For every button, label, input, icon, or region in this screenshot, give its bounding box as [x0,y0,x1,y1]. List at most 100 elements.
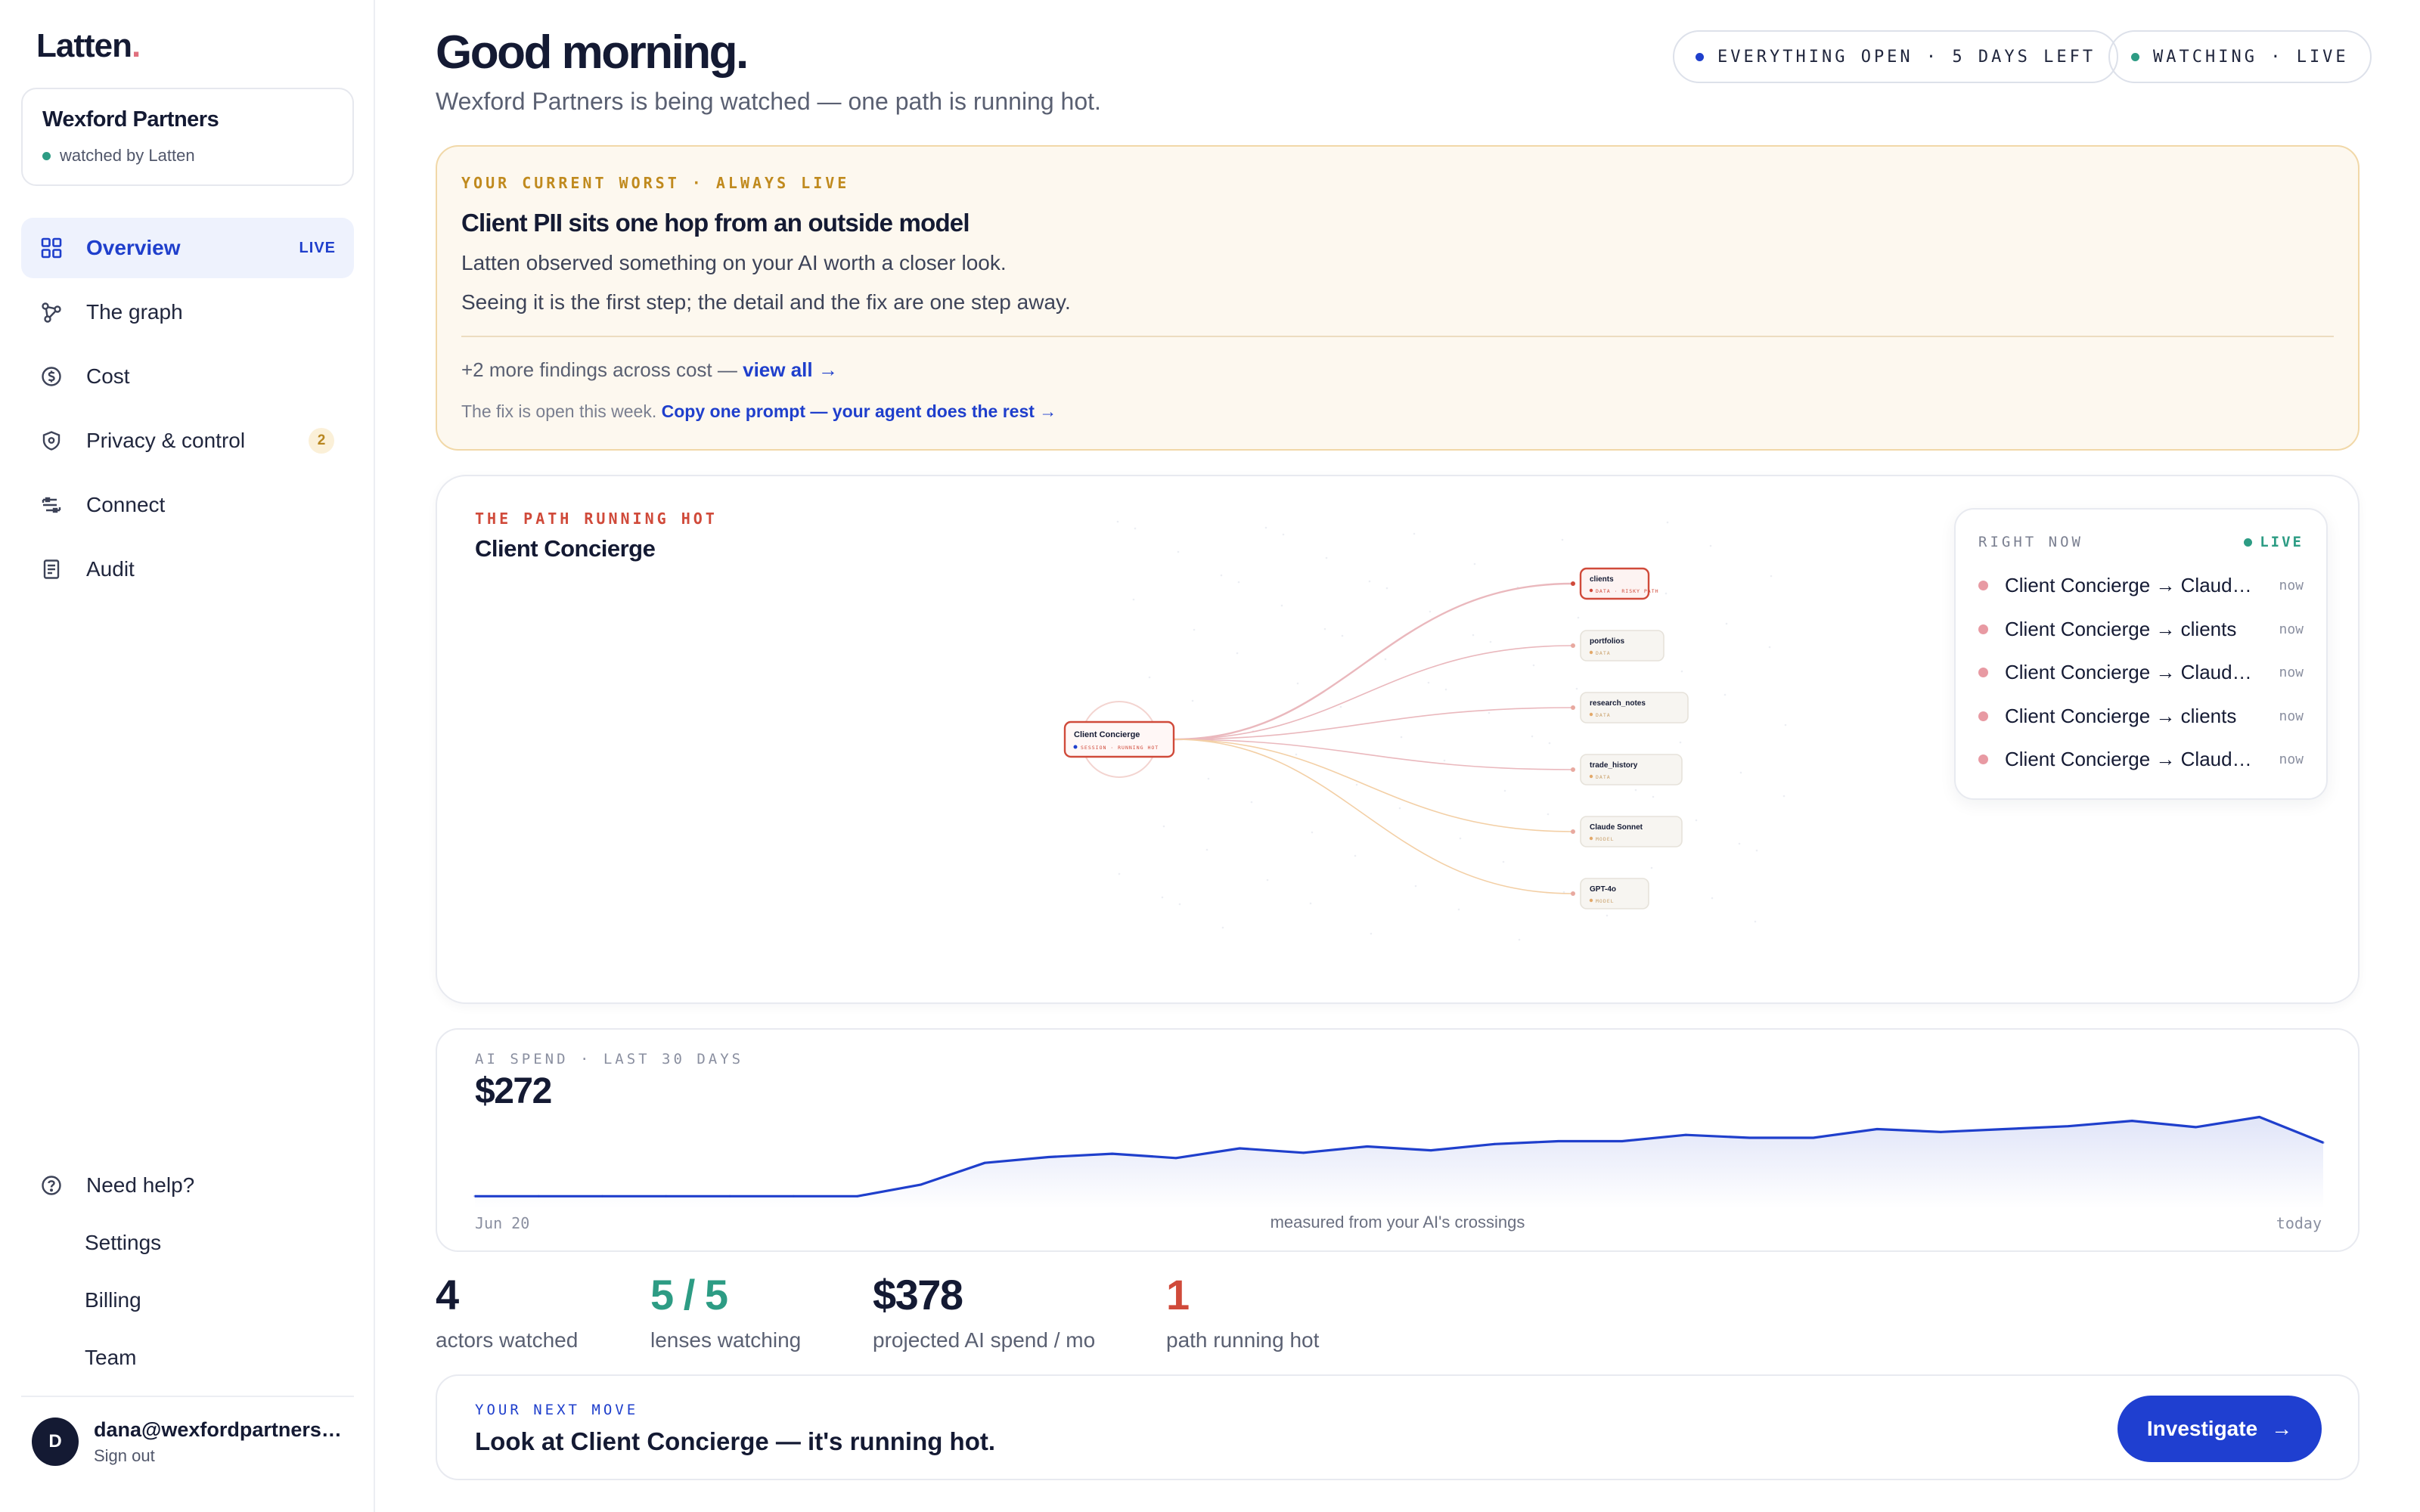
bg-dot [1177,550,1180,553]
bg-dot [1296,682,1299,685]
bg-dot [1339,705,1342,708]
bg-dot [1755,849,1758,852]
settings-link[interactable]: Settings [21,1214,354,1272]
app-logo[interactable]: Latten. [36,27,141,65]
spend-point [1429,1149,1432,1152]
bg-dot [1457,908,1460,911]
bg-dot [1770,575,1773,578]
stat-value: 4 [436,1271,459,1318]
bg-dot [1384,658,1387,661]
bg-dot [1548,742,1551,745]
nav-label: Privacy & control [86,429,246,452]
bg-dot [1723,693,1727,696]
edge-endpoint [1571,829,1575,834]
event-dot-icon [1978,754,1988,765]
team-link[interactable]: Team [21,1329,354,1387]
sidebar: Latten. Wexford Partners watched by Latt… [0,0,375,1512]
activity-list: Client Concierge → Claude Sonnetnow Clie… [1978,564,2304,782]
spend-point [1366,1145,1369,1148]
graph-node [1580,816,1683,847]
spend-point [473,1194,476,1198]
status-dot-icon [2131,52,2139,61]
spend-point [1812,1136,1815,1139]
activity-row[interactable]: Client Concierge → Claude Sonnetnow [1978,738,2304,782]
copy-prompt-link[interactable]: Copy one prompt — your agent does the re… [662,401,1057,421]
graph-node [1580,754,1683,785]
current-worst-card: YOUR CURRENT WORST · ALWAYS LIVE Client … [436,145,2360,451]
nav-item-cost[interactable]: Cost [21,346,354,407]
need-help-link[interactable]: Need help? [21,1157,354,1214]
bg-dot [1575,687,1578,690]
bg-dot [1666,521,1669,524]
view-all-link[interactable]: view all → [743,358,838,381]
bg-dot [1398,807,1401,810]
activity-row[interactable]: Client Concierge → clients now [1978,608,2304,652]
graph-node [1580,878,1649,909]
spend-point [2194,1126,2197,1129]
bg-dot [1325,556,1328,559]
dollar-circle-icon [39,364,64,389]
bg-dot [1323,627,1326,631]
document-icon [39,557,64,581]
spend-point [2258,1116,2261,1119]
spend-eyebrow: AI SPEND · LAST 30 DAYS [475,1051,744,1067]
graph-edge [1173,645,1574,740]
bg-dot [1444,688,1447,691]
activity-row[interactable]: Client Concierge → clients now [1978,695,2304,739]
activity-row[interactable]: Client Concierge → Claude Sonnetnow [1978,651,2304,695]
user-menu[interactable]: D dana@wexfordpartners.com Sign out [21,1396,354,1486]
bg-dot [1413,532,1416,535]
graph-node-label: clients [1590,575,1614,584]
user-email: dana@wexfordpartners.com [94,1418,343,1441]
graph-node [1580,692,1689,723]
stat-value: 1 [1166,1271,1190,1318]
nav-label: Audit [86,557,135,581]
bg-dot [1489,640,1492,643]
watching-status-pill[interactable]: WATCHING · LIVE [2108,30,2372,83]
spend-point [2130,1120,2133,1123]
bg-dot [1429,610,1432,613]
graph-node-label: research_notes [1590,699,1646,708]
bg-dot [1488,711,1491,714]
billing-link[interactable]: Billing [21,1272,354,1329]
nav-item-graph[interactable]: The graph [21,282,354,342]
spend-point [2067,1125,2070,1128]
spend-point [1302,1151,1305,1154]
graph-node [1580,630,1665,662]
bg-dot [1221,926,1224,929]
graph-edge [1173,739,1574,832]
bg-dot [1547,813,1550,816]
org-switcher[interactable]: Wexford Partners watched by Latten [21,88,354,186]
edge-endpoint [1571,581,1575,586]
next-eyebrow: YOUR NEXT MOVE [475,1402,639,1418]
trial-status-pill[interactable]: EVERYTHING OPEN · 5 DAYS LEFT [1673,30,2119,83]
main-nav: Overview LIVE The graph Cost Privacy & c… [21,218,354,603]
ai-spend-card: AI SPEND · LAST 30 DAYS $272 Jun 20 meas… [436,1028,2360,1252]
bg-dot [1116,520,1119,523]
event-dot-icon [1978,668,1988,678]
activity-row[interactable]: Client Concierge → Claude Sonnetnow [1978,564,2304,608]
bg-dot [1739,771,1742,774]
nav-item-overview[interactable]: Overview LIVE [21,218,354,278]
fix-line: The fix is open this week. Copy one prom… [461,401,1057,421]
nav-item-privacy[interactable]: Privacy & control 2 [21,411,354,471]
spend-point [601,1194,604,1198]
source-node-label: Client Concierge [1074,730,1140,739]
bg-dot [1193,628,1196,631]
graph-icon [39,300,64,324]
node-dot [1073,745,1078,749]
spend-point [1876,1127,1879,1130]
graph-node-label: trade_history [1590,761,1638,770]
sign-out-link[interactable]: Sign out [94,1446,343,1466]
spend-point [1238,1147,1241,1150]
bg-dot [1385,587,1388,590]
bg-dot [1370,932,1373,935]
nav-item-connect[interactable]: Connect [21,475,354,535]
bg-dot [1309,902,1312,905]
nav-label: Connect [86,493,166,516]
worst-description-2: Seeing it is the first step; the detail … [461,290,1071,314]
nav-item-audit[interactable]: Audit [21,539,354,600]
investigate-button[interactable]: Investigate → [2118,1396,2322,1462]
spend-point [1493,1142,1496,1145]
page-title: Good morning. [436,26,749,79]
